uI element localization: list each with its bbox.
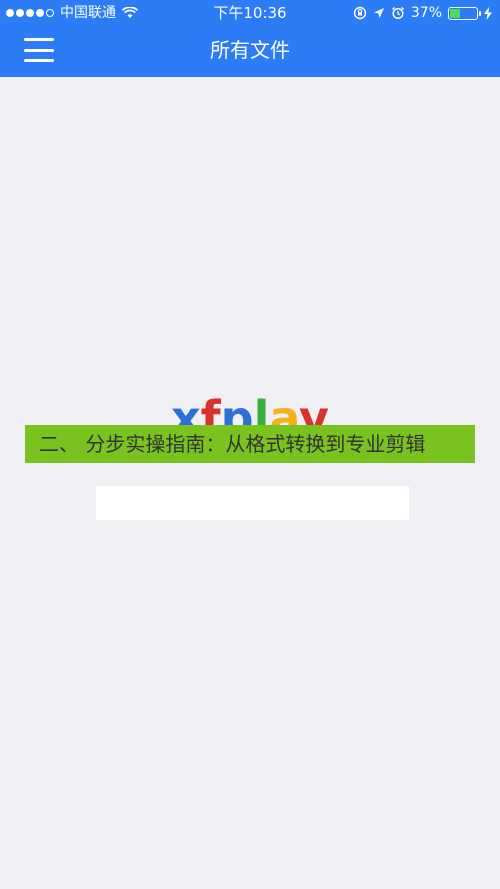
alarm-clock-icon [391, 6, 404, 20]
status-right: 37% [353, 0, 492, 26]
status-bar: 中国联通 下午10:36 37% [0, 0, 500, 26]
top-bar: 中国联通 下午10:36 37% 所有文件 [0, 0, 500, 77]
location-arrow-icon [373, 8, 384, 18]
nav-bar: 所有文件 [0, 26, 500, 77]
battery-icon [448, 6, 481, 20]
blank-panel [96, 486, 409, 520]
app-screen: 中国联通 下午10:36 37% 所有文件 xfplay 二、 分步实操指南：从… [0, 0, 500, 889]
charging-bolt-icon [484, 6, 492, 20]
battery-fill [450, 8, 461, 18]
overlay-banner: 二、 分步实操指南：从格式转换到专业剪辑 [25, 425, 475, 463]
orientation-lock-icon [353, 6, 367, 20]
page-title: 所有文件 [210, 38, 290, 62]
battery-percent: 37% [410, 5, 442, 21]
